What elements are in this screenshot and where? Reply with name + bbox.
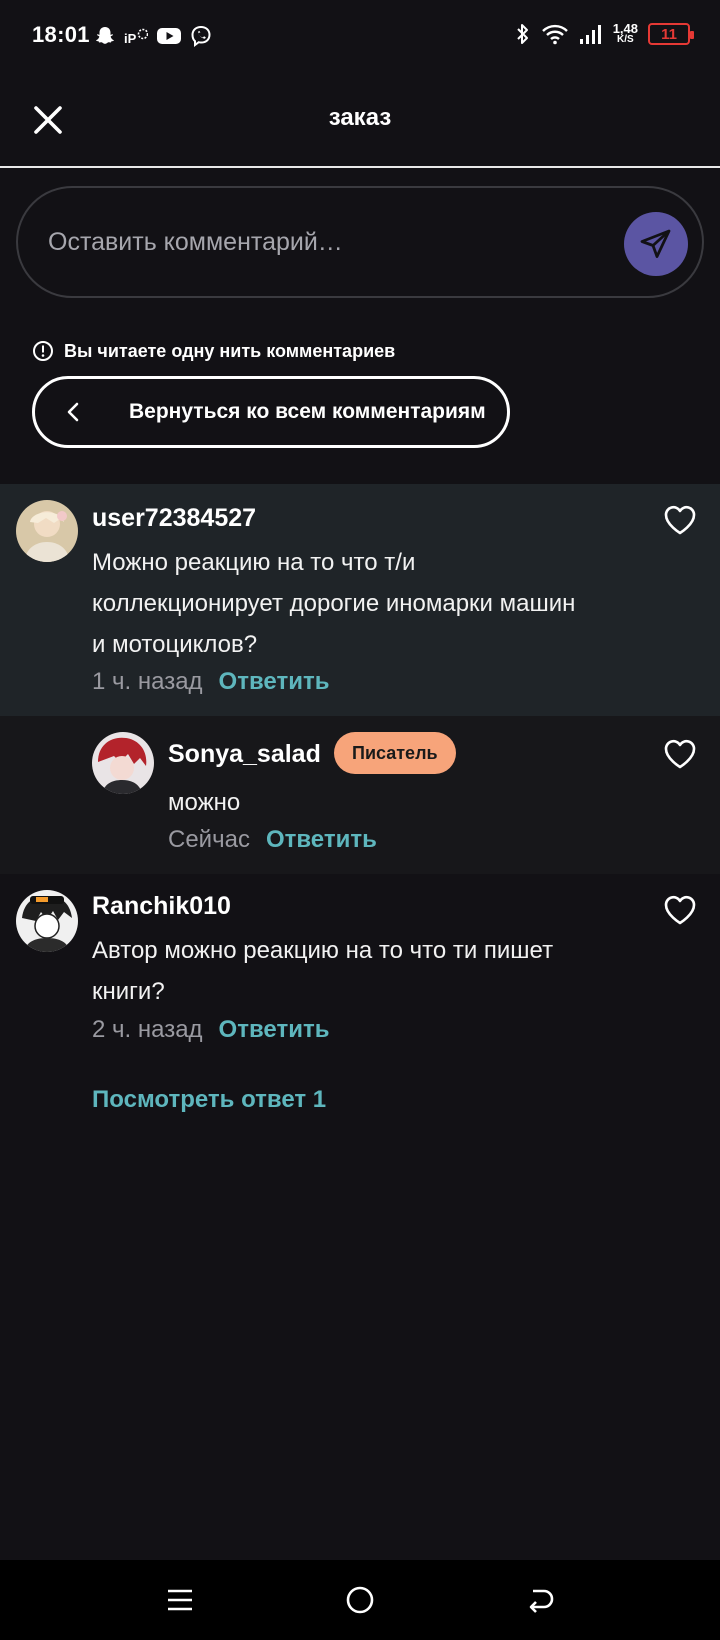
comment-text-line: Можно реакцию на то что т/и: [92, 549, 416, 576]
username[interactable]: Ranchik010: [92, 892, 231, 921]
status-right-icons: 1,48 K/S 11: [515, 20, 694, 48]
comment-meta: 1 ч. назад Ответить: [92, 668, 329, 696]
header: заказ: [0, 72, 720, 168]
status-left-icons: iP: [94, 22, 212, 50]
comment-input-box: [16, 186, 704, 298]
comment-text-line: можно: [168, 789, 241, 816]
comment-meta: 2 ч. назад Ответить: [92, 1016, 329, 1044]
comment-text-line: Автор можно реакцию на то что ти пишет: [92, 937, 554, 964]
menu-icon: [168, 1589, 192, 1611]
username[interactable]: Sonya_salad: [168, 740, 321, 769]
reply-item: Sonya_salad Писатель можно Сейчас Ответи…: [0, 716, 720, 874]
reply-link[interactable]: Ответить: [219, 668, 330, 696]
writer-badge: Писатель: [334, 732, 456, 774]
home-icon: [346, 1586, 374, 1614]
heart-icon: [664, 739, 696, 769]
avatar[interactable]: [92, 732, 154, 794]
comment-input[interactable]: [48, 188, 608, 296]
youtube-icon: [156, 22, 182, 50]
comment-text-line: коллекционирует дорогие иномарки машин: [92, 590, 576, 617]
viber-icon: [190, 22, 212, 50]
comment-text-line: книги?: [92, 978, 165, 1005]
comment-item: user72384527 Можно реакцию на то что т/и…: [0, 484, 720, 716]
menu-button[interactable]: [158, 1578, 202, 1622]
back-icon: [529, 1589, 554, 1613]
network-speed: 1,48 K/S: [612, 21, 638, 45]
battery-level: 11: [661, 25, 677, 43]
comment-meta: Сейчас Ответить: [168, 826, 377, 854]
ip-icon: iP: [124, 22, 148, 50]
info-icon: [33, 341, 53, 361]
thread-notice-text: Вы читаете одну нить комментариев: [64, 340, 396, 361]
status-time: 18:01: [32, 22, 90, 47]
signal-icon: [579, 20, 603, 48]
chevron-left-icon: [65, 400, 89, 424]
battery-icon: 11: [648, 23, 694, 45]
wifi-icon: [541, 20, 569, 48]
thread-notice: Вы читаете одну нить комментариев: [32, 340, 395, 362]
heart-icon: [664, 895, 696, 925]
username[interactable]: user72384527: [92, 504, 256, 533]
reply-link[interactable]: Ответить: [219, 1016, 330, 1044]
page-title: заказ: [328, 104, 392, 131]
like-button[interactable]: [662, 736, 698, 772]
status-bar: 18:01 iP 1,48 K/S 11: [0, 0, 720, 72]
comment-time: 2 ч. назад: [92, 1016, 203, 1043]
like-button[interactable]: [662, 892, 698, 928]
bluetooth-icon: [515, 20, 531, 48]
snapchat-icon: [94, 22, 116, 50]
comment-time: Сейчас: [168, 826, 250, 853]
back-to-all-comments-button[interactable]: Вернуться ко всем комментариям: [32, 376, 510, 448]
view-replies-link[interactable]: Посмотреть ответ 1: [92, 1086, 326, 1114]
svg-text:iP: iP: [124, 31, 137, 46]
comment-time: 1 ч. назад: [92, 668, 203, 695]
avatar[interactable]: [16, 890, 78, 952]
like-button[interactable]: [662, 502, 698, 538]
send-button[interactable]: [624, 212, 688, 276]
network-speed-value: 1,48: [612, 21, 638, 36]
heart-icon: [664, 505, 696, 535]
avatar[interactable]: [16, 500, 78, 562]
system-nav-bar: [0, 1560, 720, 1640]
back-to-all-comments-label: Вернуться ко всем комментариям: [129, 400, 486, 423]
home-button[interactable]: [338, 1578, 382, 1622]
back-button[interactable]: [518, 1578, 562, 1622]
comment-text-line: и мотоциклов?: [92, 631, 258, 658]
send-icon: [640, 229, 671, 258]
reply-link[interactable]: Ответить: [266, 826, 377, 854]
